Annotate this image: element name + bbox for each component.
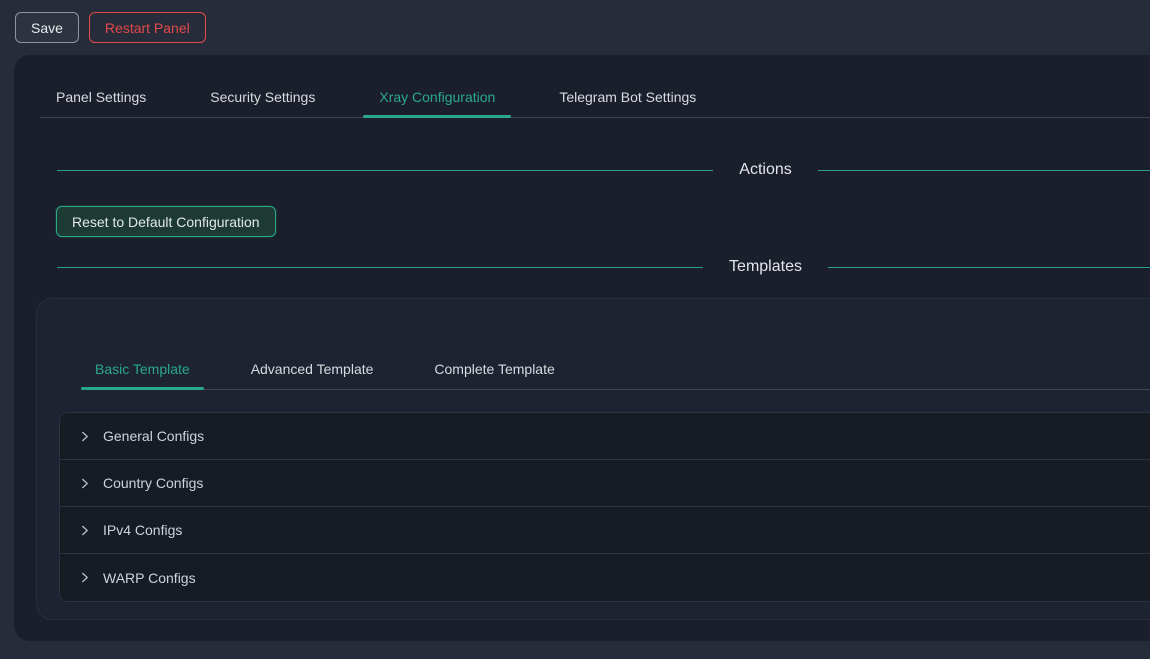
divider-line (828, 267, 1150, 268)
reset-default-configuration-button[interactable]: Reset to Default Configuration (56, 206, 276, 237)
collapse-row-general-configs[interactable]: General Configs (60, 413, 1150, 460)
tab-complete-template[interactable]: Complete Template (420, 349, 568, 389)
collapse-row-label: Country Configs (103, 475, 203, 491)
chevron-right-icon (77, 523, 91, 537)
chevron-right-icon (77, 571, 91, 585)
tab-xray-configuration[interactable]: Xray Configuration (363, 77, 511, 117)
actions-divider: Actions (57, 161, 1150, 179)
chevron-right-icon (77, 429, 91, 443)
tab-basic-template[interactable]: Basic Template (81, 349, 204, 389)
collapse-row-label: IPv4 Configs (103, 522, 182, 538)
templates-card: Basic Template Advanced Template Complet… (36, 298, 1150, 620)
save-button[interactable]: Save (15, 12, 79, 43)
settings-tabbar: Panel Settings Security Settings Xray Co… (40, 55, 1150, 118)
divider-line (818, 170, 1150, 171)
template-tabbar: Basic Template Advanced Template Complet… (81, 299, 1150, 390)
restart-panel-button[interactable]: Restart Panel (89, 12, 206, 43)
actions-section-title: Actions (739, 161, 791, 179)
collapse-row-ipv4-configs[interactable]: IPv4 Configs (60, 507, 1150, 554)
tab-panel-settings[interactable]: Panel Settings (40, 77, 162, 117)
topbar: Save Restart Panel (0, 0, 1150, 55)
divider-line (57, 267, 703, 268)
divider-line (57, 170, 713, 171)
collapse-row-warp-configs[interactable]: WARP Configs (60, 554, 1150, 601)
collapse-row-country-configs[interactable]: Country Configs (60, 460, 1150, 507)
collapse-row-label: WARP Configs (103, 570, 196, 586)
templates-divider: Templates (57, 258, 1150, 276)
tab-telegram-bot-settings[interactable]: Telegram Bot Settings (543, 77, 712, 117)
tab-security-settings[interactable]: Security Settings (194, 77, 331, 117)
configs-collapse-list: General Configs Country Configs IPv4 Con… (59, 412, 1150, 602)
settings-card: Panel Settings Security Settings Xray Co… (14, 55, 1150, 641)
chevron-right-icon (77, 476, 91, 490)
tab-advanced-template[interactable]: Advanced Template (237, 349, 388, 389)
templates-section-title: Templates (729, 258, 802, 276)
collapse-row-label: General Configs (103, 428, 204, 444)
